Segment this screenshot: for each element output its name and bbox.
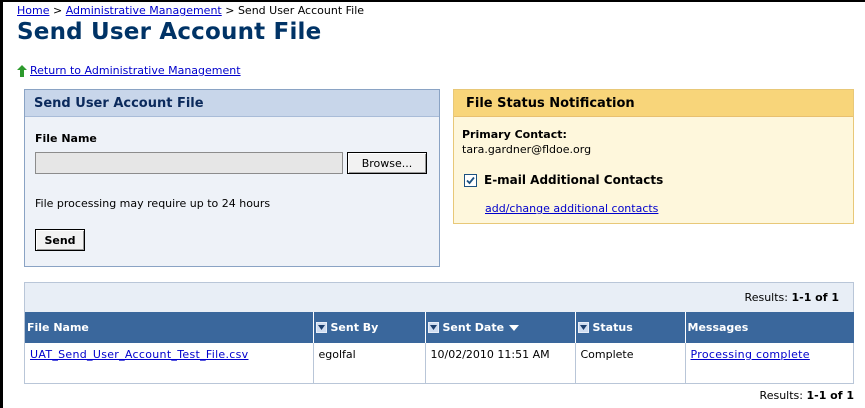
results-range: 1-1 of 1 (791, 291, 839, 304)
results-prefix: Results: (744, 291, 792, 304)
sort-checkbox-icon (577, 322, 589, 333)
cell-messages: Processing complete (685, 343, 854, 383)
message-link[interactable]: Processing complete (691, 348, 810, 361)
send-file-panel-title: Send User Account File (25, 90, 439, 117)
breadcrumb: Home > Administrative Management > Send … (17, 4, 364, 17)
results-summary-top: Results: 1-1 of 1 (25, 283, 853, 312)
primary-contact-label: Primary Contact: (462, 128, 567, 141)
column-label: File Name (27, 321, 89, 334)
column-label: Sent By (330, 321, 379, 334)
breadcrumb-home-link[interactable]: Home (17, 4, 49, 17)
results-table: File Name Sent By Sent Date Status Messa… (25, 312, 854, 383)
file-name-input[interactable] (35, 152, 343, 174)
green-up-arrow-icon (17, 64, 27, 77)
email-additional-checkbox[interactable] (464, 173, 477, 187)
return-to-admin-link[interactable]: Return to Administrative Management (30, 64, 241, 77)
results-prefix: Results: (759, 389, 807, 402)
sort-checkbox-icon (315, 322, 327, 333)
breadcrumb-admin-link[interactable]: Administrative Management (66, 4, 222, 17)
column-header-sent-by[interactable]: Sent By (313, 312, 426, 343)
primary-contact-email: tara.gardner@fldoe.org (462, 143, 592, 156)
cell-sent-date: 10/02/2010 11:51 AM (425, 343, 576, 383)
cell-file-name: UAT_Send_User_Account_Test_File.csv (25, 343, 314, 383)
column-header-file-name[interactable]: File Name (25, 312, 314, 343)
results-summary-bottom: Results: 1-1 of 1 (760, 389, 854, 402)
notification-panel-title: File Status Notification (454, 90, 853, 117)
sort-checkbox-icon (427, 322, 439, 333)
breadcrumb-separator: > (221, 4, 238, 17)
results-table-container: Results: 1-1 of 1 File Name Sent By Sent… (24, 282, 854, 384)
column-header-status[interactable]: Status (575, 312, 686, 343)
column-header-sent-date[interactable]: Sent Date (425, 312, 576, 343)
breadcrumb-separator: > (49, 4, 66, 17)
column-label: Status (592, 321, 633, 334)
breadcrumb-current: Send User Account File (237, 4, 365, 17)
return-link-row: Return to Administrative Management (17, 64, 241, 77)
cell-status: Complete (575, 343, 686, 383)
column-label: Sent Date (442, 321, 505, 334)
email-additional-contacts-row[interactable]: E-mail Additional Contacts (464, 173, 663, 187)
file-name-link[interactable]: UAT_Send_User_Account_Test_File.csv (30, 348, 249, 361)
column-label: Messages (687, 321, 749, 334)
table-row: UAT_Send_User_Account_Test_File.csv egol… (25, 343, 854, 383)
triangle-down-icon (509, 324, 520, 331)
processing-note: File processing may require up to 24 hou… (35, 197, 271, 210)
cell-sent-by: egolfal (313, 343, 426, 383)
browse-button[interactable]: Browse... (347, 152, 427, 174)
email-additional-label: E-mail Additional Contacts (484, 173, 664, 187)
checkmark-icon (466, 176, 475, 184)
page-title: Send User Account File (17, 19, 322, 45)
column-header-messages[interactable]: Messages (685, 312, 854, 343)
send-button[interactable]: Send (35, 229, 85, 251)
add-change-contacts-link[interactable]: add/change additional contacts (485, 202, 658, 215)
send-file-panel: Send User Account File File Name Browse.… (24, 89, 440, 267)
table-header-row: File Name Sent By Sent Date Status Messa… (25, 312, 854, 343)
file-status-notification-panel: File Status Notification Primary Contact… (453, 89, 854, 224)
results-range: 1-1 of 1 (806, 389, 854, 402)
file-name-label: File Name (35, 132, 97, 145)
